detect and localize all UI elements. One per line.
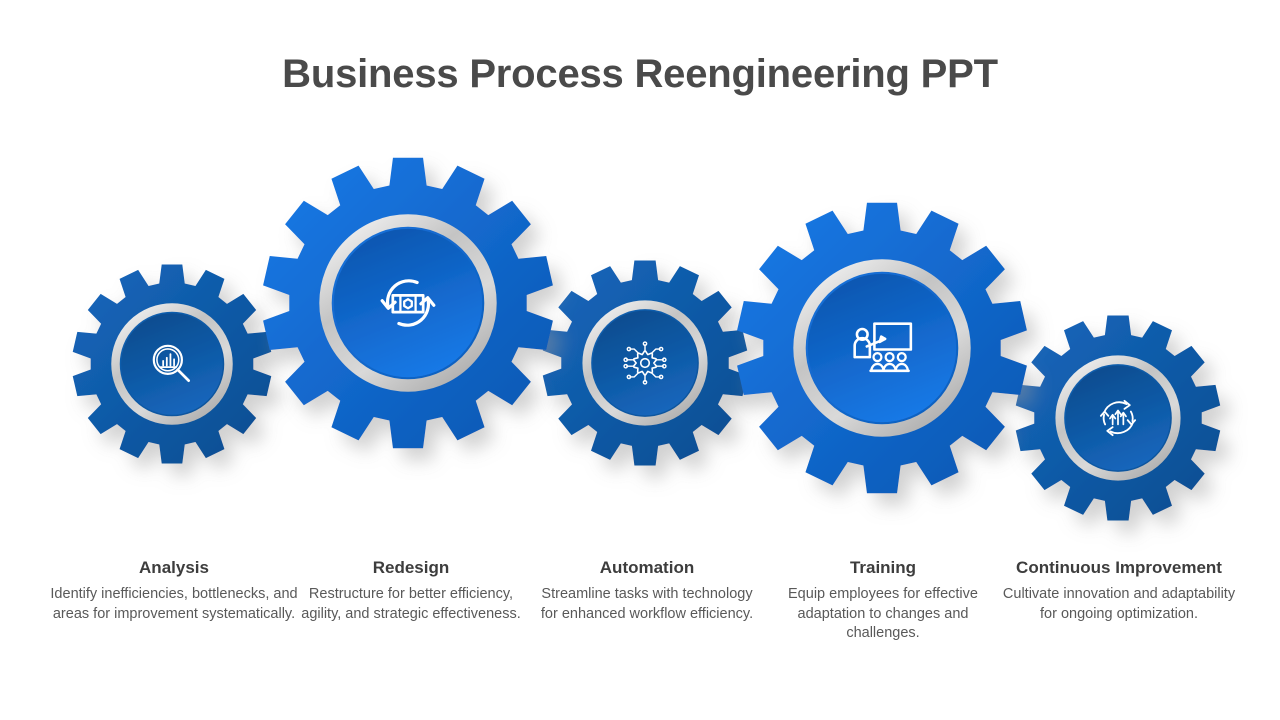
gear-hub [121,313,223,415]
gear-diagram [0,0,1280,560]
caption-redesign: Redesign Restructure for better efficien… [300,558,522,624]
gear-hub [807,273,957,423]
caption-automation: Automation Streamline tasks with technol… [536,558,758,624]
caption-title: Redesign [372,558,450,577]
caption-description: Equip employees for effective adaptation… [788,586,978,642]
gear-continuous-improvement[interactable] [1015,315,1221,521]
caption-training: Training Equip employees for effective a… [772,558,994,644]
caption-title: Automation [599,558,695,577]
caption-description: Cultivate innovation and adaptability fo… [1002,586,1236,622]
caption-description: Restructure for better efficiency, agili… [301,586,521,622]
gear-redesign[interactable] [263,157,553,449]
gear-hub [333,228,483,378]
caption-title: Continuous Improvement [1016,558,1222,577]
slide-canvas: Business Process Reengineering PPT Analy… [0,0,1280,720]
gear-training[interactable] [737,202,1027,494]
caption-continuous-improvement: Continuous Improvement Cultivate innovat… [1000,558,1238,624]
gear-automation[interactable] [542,260,748,466]
caption-title: Analysis [139,558,209,577]
caption-description: Identify inefficiencies, bottlenecks, an… [50,586,298,622]
caption-title: Training [849,558,917,577]
caption-description: Streamline tasks with technology for enh… [540,586,754,622]
gear-analysis[interactable] [72,264,272,464]
gear-hub [592,310,698,416]
caption-analysis: Analysis Identify inefficiencies, bottle… [38,558,310,624]
